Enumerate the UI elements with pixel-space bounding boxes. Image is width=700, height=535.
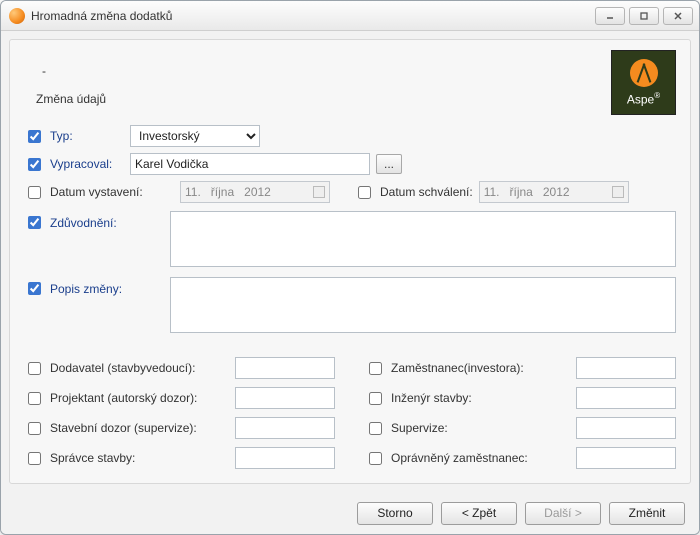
popis-label-wrap: Popis změny: <box>24 277 164 298</box>
vypracoval-checkbox[interactable] <box>28 158 41 171</box>
role-opravneny-label: Oprávněný zaměstnanec: <box>391 451 528 465</box>
typ-select[interactable]: Investorský <box>130 125 260 147</box>
window-controls <box>595 7 693 25</box>
datum-schvaleni-label: Datum schválení: <box>380 185 473 199</box>
row-popis: Popis změny: <box>24 277 676 333</box>
role-stavebni-dozor-input[interactable] <box>235 417 335 439</box>
role-projektant: Projektant (autorský dozor): <box>24 387 335 409</box>
row-vypracoval: Vypracoval: ... <box>24 153 676 175</box>
datum-schvaleni-picker[interactable]: 11. října 2012 <box>479 181 629 203</box>
zduvodneni-label: Zdůvodnění: <box>50 216 117 230</box>
role-inzenyr-label: Inženýr stavby: <box>391 391 472 405</box>
footer: Storno < Zpět Další > Změnit <box>1 492 699 534</box>
role-supervize-checkbox[interactable] <box>369 422 382 435</box>
role-spravce-label: Správce stavby: <box>50 451 135 465</box>
back-button[interactable]: < Zpět <box>441 502 517 525</box>
header-dash: - <box>42 64 611 78</box>
logo-text: Aspe® <box>627 91 660 106</box>
role-zamestnanec-label: Zaměstnanec(investora): <box>391 361 524 375</box>
popis-checkbox[interactable] <box>28 282 41 295</box>
role-spravce-checkbox[interactable] <box>28 452 41 465</box>
row-zduvodneni: Zdůvodnění: <box>24 211 676 267</box>
header-left: - Změna údajů <box>24 50 611 106</box>
window-title: Hromadná změna dodatků <box>31 9 595 23</box>
window: Hromadná změna dodatků - Změna údajů Asp… <box>0 0 700 535</box>
typ-label: Typ: <box>50 129 73 143</box>
datum-vystaveni-label: Datum vystavení: <box>50 185 143 199</box>
roles-grid: Dodavatel (stavbyvedoucí): Zaměstnanec(i… <box>24 357 676 469</box>
vypracoval-label: Vypracoval: <box>50 157 112 171</box>
role-dodavatel-label: Dodavatel (stavbyvedoucí): <box>50 361 195 375</box>
vypracoval-label-wrap: Vypracoval: <box>24 155 124 174</box>
role-projektant-checkbox[interactable] <box>28 392 41 405</box>
change-button[interactable]: Změnit <box>609 502 685 525</box>
logo-icon <box>630 59 658 87</box>
next-button[interactable]: Další > <box>525 502 601 525</box>
chevron-down-icon <box>612 186 624 198</box>
role-supervize-input[interactable] <box>576 417 676 439</box>
datum-vystaveni-picker[interactable]: 11. října 2012 <box>180 181 330 203</box>
role-stavebni-dozor: Stavební dozor (supervize): <box>24 417 335 439</box>
close-button[interactable] <box>663 7 693 25</box>
datum-schvaleni-checkbox[interactable] <box>358 186 371 199</box>
popis-textarea[interactable] <box>170 277 676 333</box>
role-spravce: Správce stavby: <box>24 447 335 469</box>
role-zamestnanec-checkbox[interactable] <box>369 362 382 375</box>
role-dodavatel-input[interactable] <box>235 357 335 379</box>
titlebar: Hromadná změna dodatků <box>1 1 699 31</box>
maximize-button[interactable] <box>629 7 659 25</box>
role-zamestnanec: Zaměstnanec(investora): <box>365 357 676 379</box>
role-inzenyr: Inženýr stavby: <box>365 387 676 409</box>
role-spravce-input[interactable] <box>235 447 335 469</box>
row-typ: Typ: Investorský <box>24 125 676 147</box>
role-dodavatel-checkbox[interactable] <box>28 362 41 375</box>
row-dates: Datum vystavení: 11. října 2012 Datum sc… <box>24 181 676 203</box>
brand-logo: Aspe® <box>611 50 676 115</box>
zduvodneni-label-wrap: Zdůvodnění: <box>24 211 164 232</box>
role-dodavatel: Dodavatel (stavbyvedoucí): <box>24 357 335 379</box>
role-inzenyr-checkbox[interactable] <box>369 392 382 405</box>
datum-vystaveni-label-wrap: Datum vystavení: <box>24 183 174 202</box>
zduvodneni-checkbox[interactable] <box>28 216 41 229</box>
role-opravneny-checkbox[interactable] <box>369 452 382 465</box>
role-projektant-input[interactable] <box>235 387 335 409</box>
role-inzenyr-input[interactable] <box>576 387 676 409</box>
role-projektant-label: Projektant (autorský dozor): <box>50 391 197 405</box>
header-row: - Změna údajů Aspe® <box>24 50 676 115</box>
typ-checkbox[interactable] <box>28 130 41 143</box>
zduvodneni-textarea[interactable] <box>170 211 676 267</box>
content-panel: - Změna údajů Aspe® Typ: Investorský Vyp… <box>9 39 691 484</box>
minimize-button[interactable] <box>595 7 625 25</box>
vypracoval-input[interactable] <box>130 153 370 175</box>
chevron-down-icon <box>313 186 325 198</box>
datum-vystaveni-checkbox[interactable] <box>28 186 41 199</box>
role-opravneny: Oprávněný zaměstnanec: <box>365 447 676 469</box>
popis-label: Popis změny: <box>50 282 122 296</box>
role-stavebni-dozor-label: Stavební dozor (supervize): <box>50 421 197 435</box>
role-supervize-label: Supervize: <box>391 421 448 435</box>
header-subtitle: Změna údajů <box>36 92 611 106</box>
vypracoval-browse-button[interactable]: ... <box>376 154 402 174</box>
app-icon <box>9 8 25 24</box>
role-opravneny-input[interactable] <box>576 447 676 469</box>
typ-label-wrap: Typ: <box>24 127 124 146</box>
role-stavebni-dozor-checkbox[interactable] <box>28 422 41 435</box>
role-supervize: Supervize: <box>365 417 676 439</box>
storno-button[interactable]: Storno <box>357 502 433 525</box>
role-zamestnanec-input[interactable] <box>576 357 676 379</box>
